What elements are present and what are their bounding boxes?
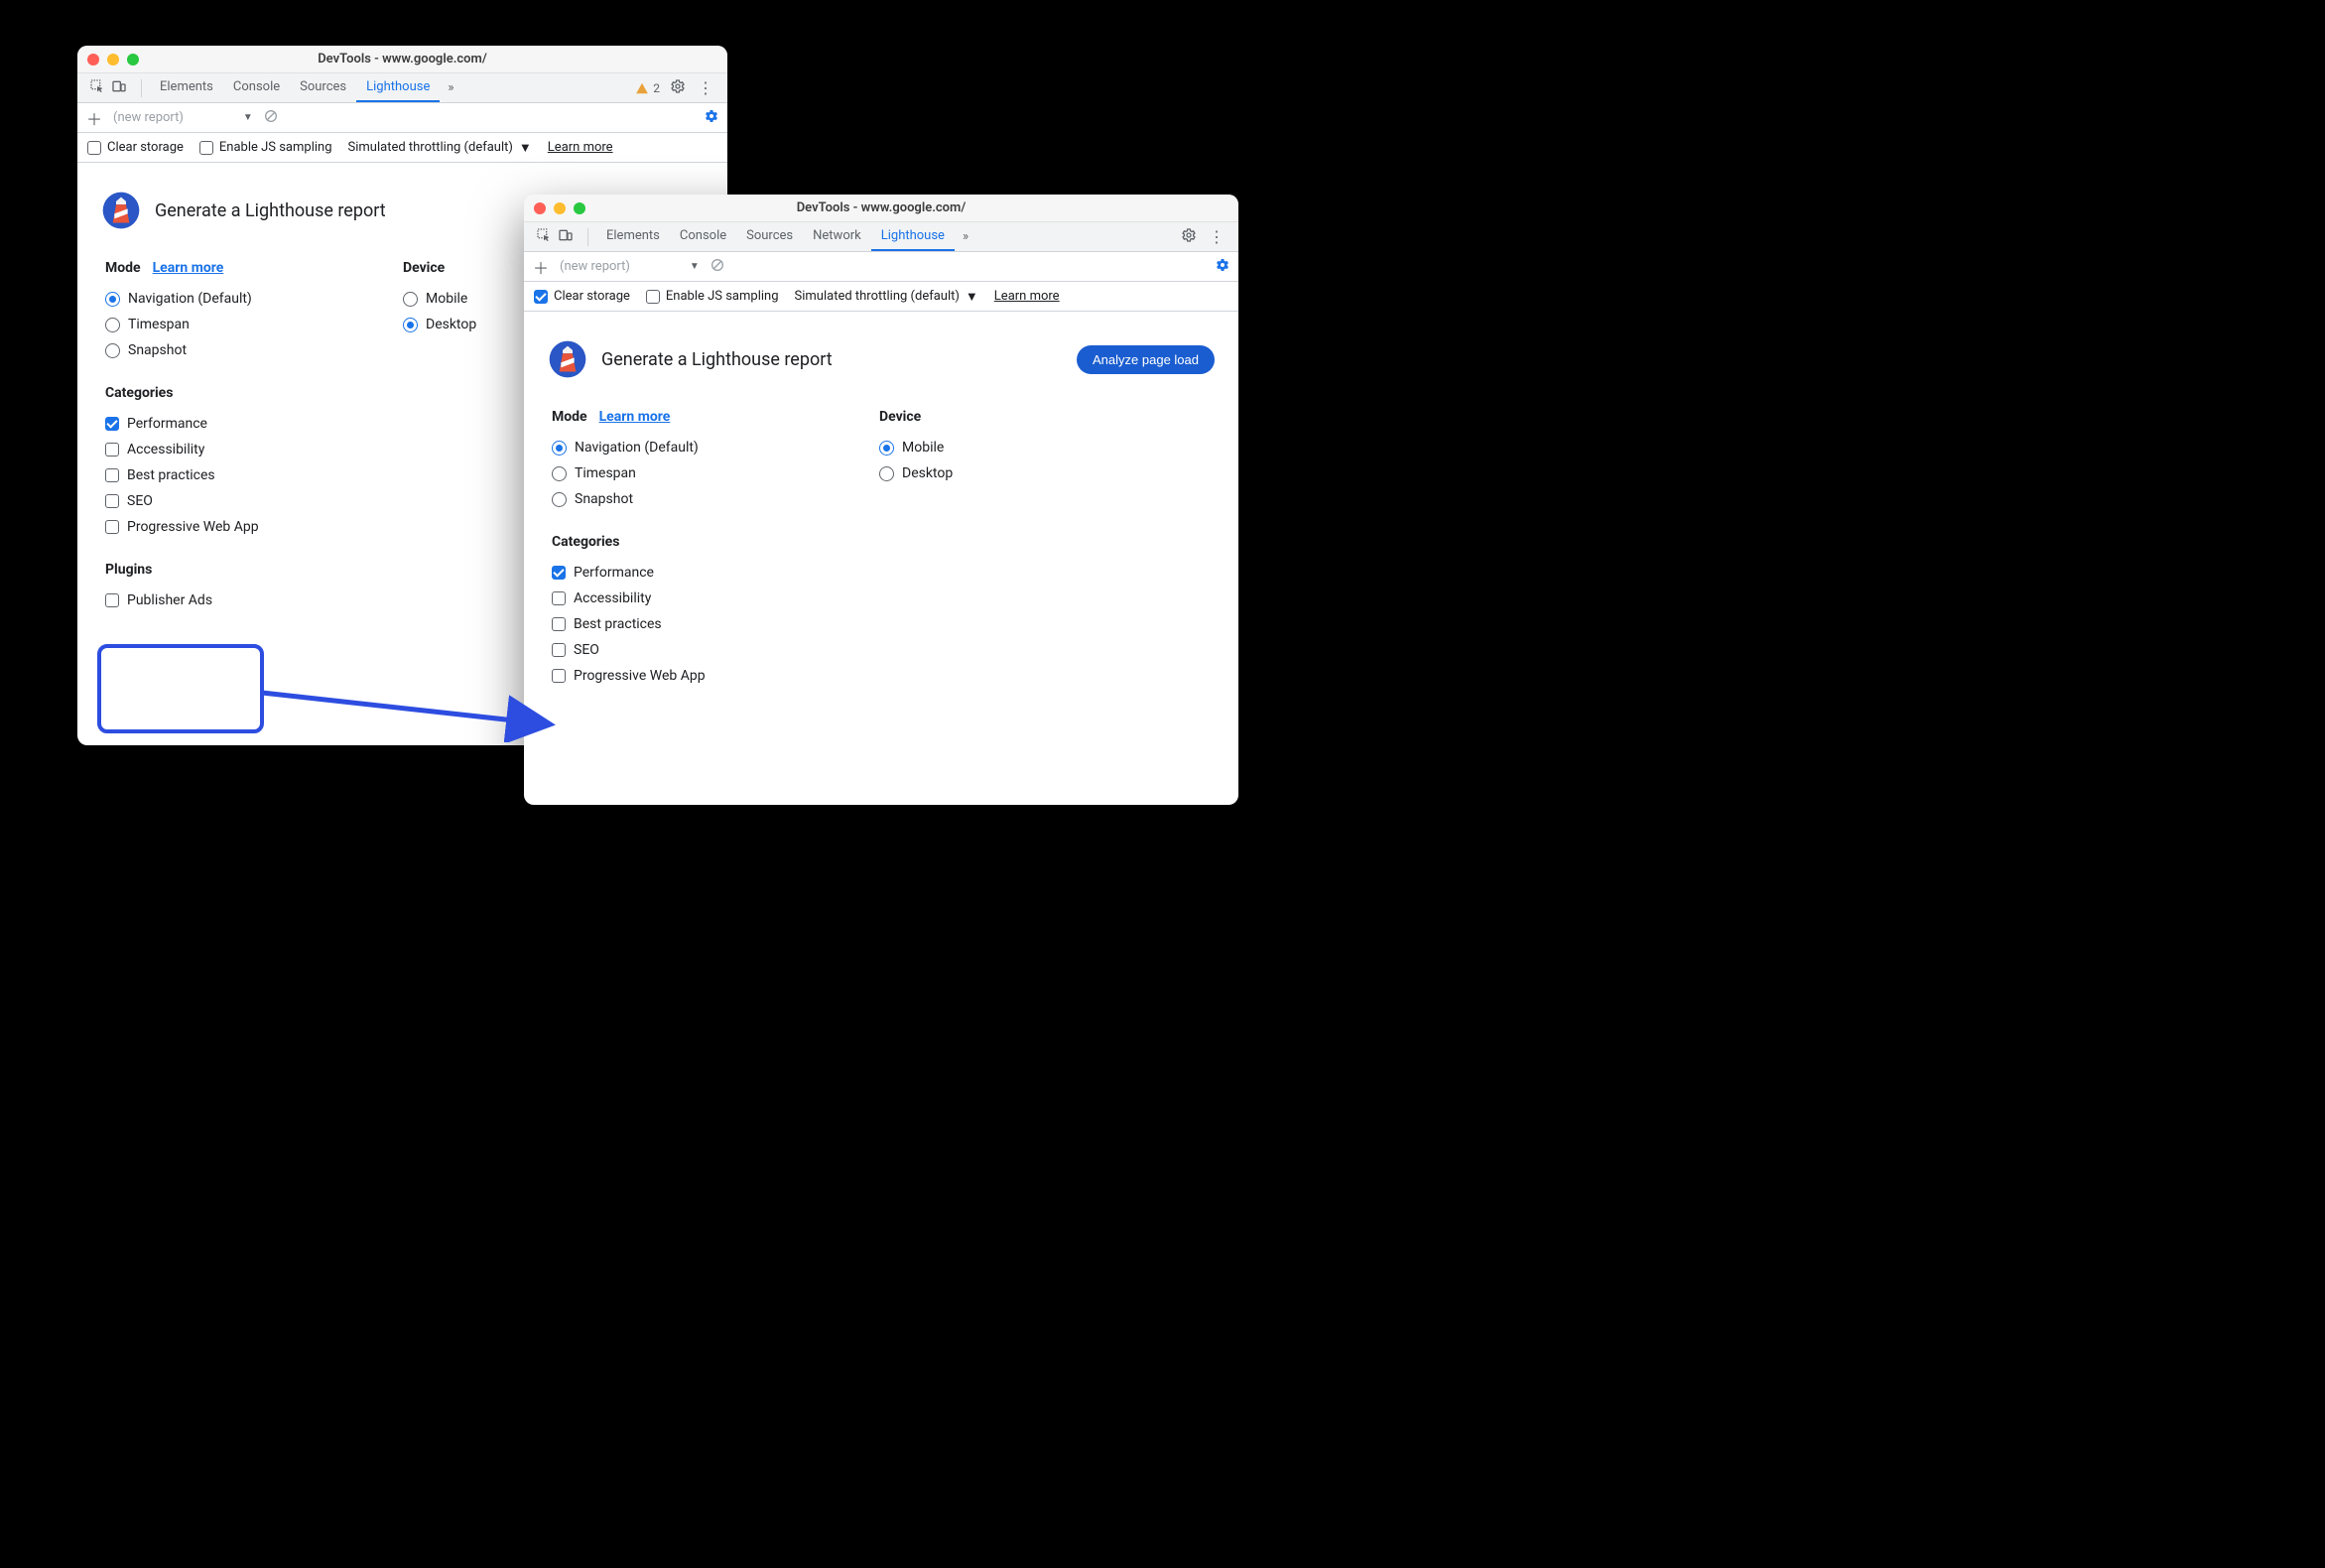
tab-sources[interactable]: Sources bbox=[736, 222, 803, 251]
inspect-icon[interactable] bbox=[536, 227, 552, 247]
chevron-down-icon: ▼ bbox=[966, 289, 978, 305]
lighthouse-panel: Generate a Lighthouse report Analyze pag… bbox=[524, 312, 1238, 805]
kebab-menu-icon[interactable]: ⋮ bbox=[1207, 227, 1227, 246]
enable-js-label: Enable JS sampling bbox=[219, 140, 332, 155]
mode-navigation-radio[interactable]: Navigation (Default) bbox=[105, 286, 403, 312]
enable-js-sampling-checkbox[interactable]: Enable JS sampling bbox=[199, 140, 332, 155]
cat-seo-checkbox[interactable]: SEO bbox=[552, 637, 1215, 663]
more-tabs[interactable]: » bbox=[955, 222, 976, 251]
clear-storage-label: Clear storage bbox=[554, 289, 630, 304]
clear-storage-label: Clear storage bbox=[107, 140, 184, 155]
throttling-label: Simulated throttling (default) bbox=[795, 289, 960, 304]
throttling-dropdown[interactable]: Simulated throttling (default) ▼ bbox=[348, 140, 532, 156]
clear-storage-checkbox[interactable]: Clear storage bbox=[87, 140, 184, 155]
report-toolbar: ＋ (new report) ▼ bbox=[524, 252, 1238, 282]
lighthouse-settings-icon[interactable] bbox=[1215, 257, 1230, 277]
issues-count: 2 bbox=[653, 81, 660, 95]
throttling-label: Simulated throttling (default) bbox=[348, 140, 513, 155]
issues-indicator[interactable]: 2 bbox=[635, 81, 660, 95]
flags-toolbar: Clear storage Enable JS sampling Simulat… bbox=[77, 133, 727, 163]
mode-timespan-radio[interactable]: Timespan bbox=[552, 460, 879, 486]
checkbox-icon bbox=[534, 290, 548, 304]
device-section-title: Device bbox=[879, 409, 1078, 425]
page-title: Generate a Lighthouse report bbox=[601, 349, 833, 370]
titlebar: DevTools - www.google.com/ bbox=[524, 195, 1238, 222]
chevron-down-icon: ▼ bbox=[519, 140, 532, 156]
main-toolbar: Elements Console Sources Lighthouse » 2 … bbox=[77, 73, 727, 103]
chevron-down-icon: ▼ bbox=[690, 261, 700, 272]
chevron-down-icon: ▼ bbox=[243, 112, 253, 123]
settings-icon[interactable] bbox=[670, 78, 686, 98]
page-title: Generate a Lighthouse report bbox=[155, 200, 386, 221]
devtools-window-after: DevTools - www.google.com/ Elements Cons… bbox=[524, 195, 1238, 805]
device-mobile-radio[interactable]: Mobile bbox=[879, 435, 1078, 460]
clear-storage-checkbox[interactable]: Clear storage bbox=[534, 289, 630, 304]
checkbox-icon bbox=[646, 290, 660, 304]
analyze-page-load-button[interactable]: Analyze page load bbox=[1077, 345, 1215, 374]
device-toggle-icon[interactable] bbox=[558, 227, 574, 247]
mode-section-title: Mode Learn more bbox=[105, 260, 403, 276]
report-dropdown-label: (new report) bbox=[560, 259, 630, 274]
tab-elements[interactable]: Elements bbox=[150, 73, 223, 102]
mode-timespan-radio[interactable]: Timespan bbox=[105, 312, 403, 337]
new-report-button[interactable]: ＋ bbox=[85, 106, 103, 130]
mode-learn-more-link[interactable]: Learn more bbox=[153, 260, 224, 276]
mode-section-title: Mode Learn more bbox=[552, 409, 879, 425]
clear-icon[interactable] bbox=[710, 257, 725, 277]
new-report-button[interactable]: ＋ bbox=[532, 255, 550, 279]
report-dropdown-label: (new report) bbox=[113, 110, 184, 125]
lighthouse-icon bbox=[548, 339, 587, 379]
device-toggle-icon[interactable] bbox=[111, 78, 127, 98]
enable-js-label: Enable JS sampling bbox=[666, 289, 779, 304]
inspect-icon[interactable] bbox=[89, 78, 105, 98]
learn-more-link[interactable]: Learn more bbox=[994, 289, 1060, 304]
titlebar: DevTools - www.google.com/ bbox=[77, 46, 727, 73]
cat-accessibility-checkbox[interactable]: Accessibility bbox=[552, 586, 1215, 611]
learn-more-link[interactable]: Learn more bbox=[548, 140, 613, 155]
tab-console[interactable]: Console bbox=[670, 222, 736, 251]
lighthouse-icon bbox=[101, 191, 141, 230]
report-dropdown[interactable]: (new report) ▼ bbox=[560, 259, 700, 274]
cat-pwa-checkbox[interactable]: Progressive Web App bbox=[552, 663, 1215, 689]
kebab-menu-icon[interactable]: ⋮ bbox=[696, 78, 715, 97]
report-dropdown[interactable]: (new report) ▼ bbox=[113, 110, 253, 125]
window-title: DevTools - www.google.com/ bbox=[524, 200, 1238, 215]
cat-best-practices-checkbox[interactable]: Best practices bbox=[552, 611, 1215, 637]
lighthouse-settings-icon[interactable] bbox=[704, 108, 719, 128]
categories-section-title: Categories bbox=[552, 534, 1215, 550]
tab-network[interactable]: Network bbox=[803, 222, 871, 251]
tab-lighthouse[interactable]: Lighthouse bbox=[356, 73, 440, 102]
cat-performance-checkbox[interactable]: Performance bbox=[552, 560, 1215, 586]
checkbox-icon bbox=[199, 141, 213, 155]
mode-snapshot-radio[interactable]: Snapshot bbox=[552, 486, 879, 512]
clear-icon[interactable] bbox=[263, 108, 279, 128]
flags-toolbar: Clear storage Enable JS sampling Simulat… bbox=[524, 282, 1238, 312]
panel-tabs: Elements Console Sources Network Lightho… bbox=[596, 222, 976, 251]
window-title: DevTools - www.google.com/ bbox=[77, 52, 727, 66]
settings-icon[interactable] bbox=[1181, 227, 1197, 247]
panel-tabs: Elements Console Sources Lighthouse » bbox=[150, 73, 461, 102]
device-desktop-radio[interactable]: Desktop bbox=[879, 460, 1078, 486]
report-toolbar: ＋ (new report) ▼ bbox=[77, 103, 727, 133]
checkbox-icon bbox=[87, 141, 101, 155]
mode-learn-more-link[interactable]: Learn more bbox=[599, 409, 671, 425]
tab-console[interactable]: Console bbox=[223, 73, 290, 102]
mode-navigation-radio[interactable]: Navigation (Default) bbox=[552, 435, 879, 460]
tab-elements[interactable]: Elements bbox=[596, 222, 670, 251]
main-toolbar: Elements Console Sources Network Lightho… bbox=[524, 222, 1238, 252]
tab-lighthouse[interactable]: Lighthouse bbox=[871, 222, 955, 251]
more-tabs[interactable]: » bbox=[440, 73, 461, 102]
enable-js-sampling-checkbox[interactable]: Enable JS sampling bbox=[646, 289, 779, 304]
throttling-dropdown[interactable]: Simulated throttling (default) ▼ bbox=[795, 289, 978, 305]
mode-snapshot-radio[interactable]: Snapshot bbox=[105, 337, 403, 363]
tab-sources[interactable]: Sources bbox=[290, 73, 356, 102]
